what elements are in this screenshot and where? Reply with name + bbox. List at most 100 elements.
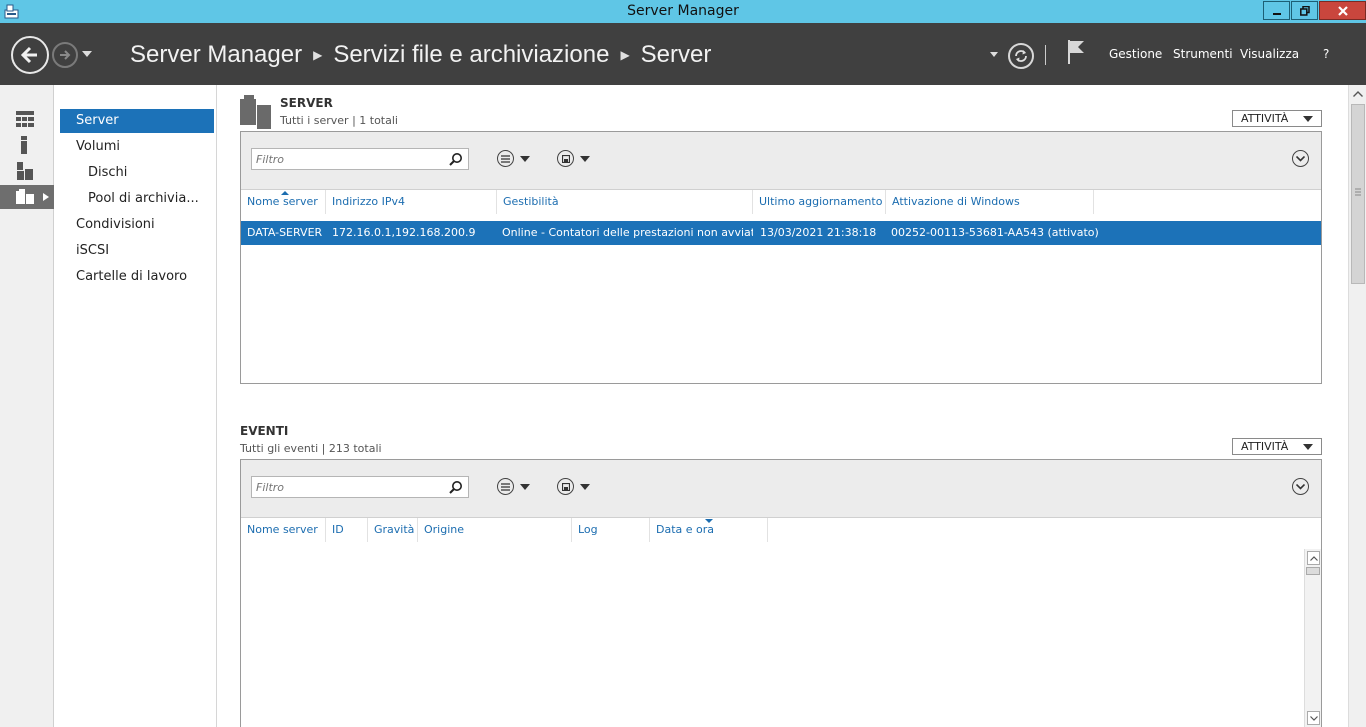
servers-filter-input[interactable]: [252, 149, 437, 169]
navigation-rail: [0, 85, 54, 727]
column-header-source[interactable]: Origine: [418, 518, 572, 542]
scroll-thumb[interactable]: [1306, 567, 1320, 575]
events-filter-input[interactable]: [252, 477, 437, 497]
rail-item-all-servers[interactable]: [0, 159, 54, 183]
events-tasks-label: ATTIVITÀ: [1241, 440, 1289, 453]
minimize-icon: [1272, 12, 1281, 15]
subnav-item-iscsi[interactable]: iSCSI: [60, 239, 214, 263]
events-panel: Nome server ID Gravità Origine Log Data …: [240, 459, 1322, 727]
subnav-item-disks[interactable]: Dischi: [60, 161, 214, 185]
server-section-icon: [240, 95, 271, 129]
refresh-button[interactable]: [1008, 43, 1034, 69]
chevron-up-icon: [1353, 91, 1363, 97]
cell-manageability: Online - Contatori delle prestazioni non…: [502, 226, 753, 239]
scroll-down-button[interactable]: [1307, 711, 1320, 725]
events-filter-box: [251, 476, 469, 498]
servers-toolbar: [241, 132, 1321, 190]
save-icon: [557, 150, 574, 167]
refresh-dropdown-icon[interactable]: [990, 52, 998, 57]
local-server-icon: [21, 136, 27, 154]
servers-column-headers: Nome server Indirizzo IPv4 Gestibilità U…: [241, 190, 1321, 214]
subnav-item-volumes[interactable]: Volumi: [60, 135, 214, 159]
sort-descending-icon: [705, 519, 713, 523]
menu-tools[interactable]: Strumenti: [1173, 47, 1233, 61]
column-header-last-update[interactable]: Ultimo aggiornamento: [753, 190, 886, 214]
arrow-right-icon: [60, 50, 71, 60]
scroll-up-button[interactable]: [1307, 551, 1320, 565]
main-content: SERVER Tutti i server | 1 totali ATTIVIT…: [218, 85, 1348, 727]
minimize-button[interactable]: [1263, 1, 1290, 20]
secondary-navigation: Server Volumi Dischi Pool di archivia...…: [55, 85, 217, 727]
events-toolbar: [241, 460, 1321, 518]
main-scrollbar[interactable]: [1348, 85, 1366, 727]
servers-tasks-button[interactable]: ATTIVITÀ: [1232, 110, 1322, 127]
subnav-item-servers[interactable]: Server: [60, 109, 214, 133]
column-header-id[interactable]: ID: [326, 518, 368, 542]
rail-item-dashboard[interactable]: [0, 107, 54, 131]
header-divider: [1045, 45, 1046, 65]
close-button[interactable]: [1319, 1, 1366, 20]
restore-icon: [1299, 5, 1310, 16]
table-row[interactable]: DATA-SERVER 172.16.0.1,192.168.200.9 Onl…: [241, 221, 1321, 245]
breadcrumb-item-file-services[interactable]: Servizi file e archiviazione: [333, 41, 609, 69]
arrow-left-icon: [20, 46, 37, 64]
back-button[interactable]: [11, 36, 49, 74]
search-icon[interactable]: [449, 152, 463, 166]
events-section-title: EVENTI: [240, 424, 289, 438]
events-section-subtitle: Tutti gli eventi | 213 totali: [240, 442, 382, 455]
column-header-windows-activation[interactable]: Attivazione di Windows: [886, 190, 1094, 214]
forward-button[interactable]: [52, 42, 78, 68]
menu-help[interactable]: ?: [1323, 47, 1329, 61]
notifications-flag-icon[interactable]: [1066, 39, 1086, 65]
chevron-down-icon: [580, 483, 590, 490]
column-header-severity[interactable]: Gravità: [368, 518, 418, 542]
subnav-item-shares[interactable]: Condivisioni: [60, 213, 214, 237]
chevron-down-icon: [520, 483, 530, 490]
column-header-server-name[interactable]: Nome server: [241, 518, 326, 542]
scroll-up-button[interactable]: [1352, 88, 1364, 100]
app-header: Server Manager ▶ Servizi file e archivia…: [0, 23, 1366, 85]
servers-query-options-button[interactable]: [497, 150, 530, 167]
save-icon: [557, 478, 574, 495]
servers-collapse-button[interactable]: [1292, 150, 1309, 167]
chevron-down-circle-icon: [1296, 155, 1305, 162]
column-header-log[interactable]: Log: [572, 518, 650, 542]
rail-item-file-storage-services[interactable]: [0, 185, 54, 209]
servers-filter-box: [251, 148, 469, 170]
events-tasks-button[interactable]: ATTIVITÀ: [1232, 438, 1322, 455]
events-column-headers: Nome server ID Gravità Origine Log Data …: [241, 518, 1321, 542]
dashboard-icon: [16, 111, 34, 127]
title-bar: Server Manager: [0, 0, 1366, 23]
chevron-down-icon: [580, 155, 590, 162]
servers-tasks-label: ATTIVITÀ: [1241, 112, 1289, 125]
events-save-query-button[interactable]: [557, 478, 590, 495]
chevron-down-icon: [1303, 116, 1313, 122]
column-header-manageability[interactable]: Gestibilità: [497, 190, 753, 214]
subnav-item-storage-pools[interactable]: Pool di archivia...: [60, 187, 214, 211]
cell-server-name: DATA-SERVER: [247, 226, 323, 239]
grip-icon: [1355, 188, 1361, 196]
events-query-options-button[interactable]: [497, 478, 530, 495]
chevron-up-icon: [1309, 555, 1318, 561]
menu-view[interactable]: Visualizza: [1240, 47, 1299, 61]
chevron-right-icon: ▶: [620, 48, 630, 62]
menu-manage[interactable]: Gestione: [1109, 47, 1162, 61]
events-collapse-button[interactable]: [1292, 478, 1309, 495]
column-header-ipv4[interactable]: Indirizzo IPv4: [326, 190, 497, 214]
subnav-item-work-folders[interactable]: Cartelle di lavoro: [60, 265, 214, 289]
chevron-down-icon: [1303, 444, 1313, 450]
file-storage-icon: [16, 189, 34, 204]
events-scrollbar[interactable]: [1304, 549, 1321, 727]
rail-item-local-server[interactable]: [0, 133, 54, 157]
history-dropdown-icon[interactable]: [82, 51, 92, 57]
cell-windows-activation: 00252-00113-53681-AA543 (attivato): [891, 226, 1099, 239]
list-options-icon: [497, 478, 514, 495]
breadcrumb-item-root[interactable]: Server Manager: [130, 41, 302, 69]
restore-button[interactable]: [1291, 1, 1318, 20]
servers-save-query-button[interactable]: [557, 150, 590, 167]
refresh-icon: [1015, 50, 1027, 62]
servers-section-title: SERVER: [280, 96, 333, 110]
chevron-down-icon: [520, 155, 530, 162]
search-icon[interactable]: [449, 480, 463, 494]
scroll-thumb[interactable]: [1351, 104, 1365, 284]
